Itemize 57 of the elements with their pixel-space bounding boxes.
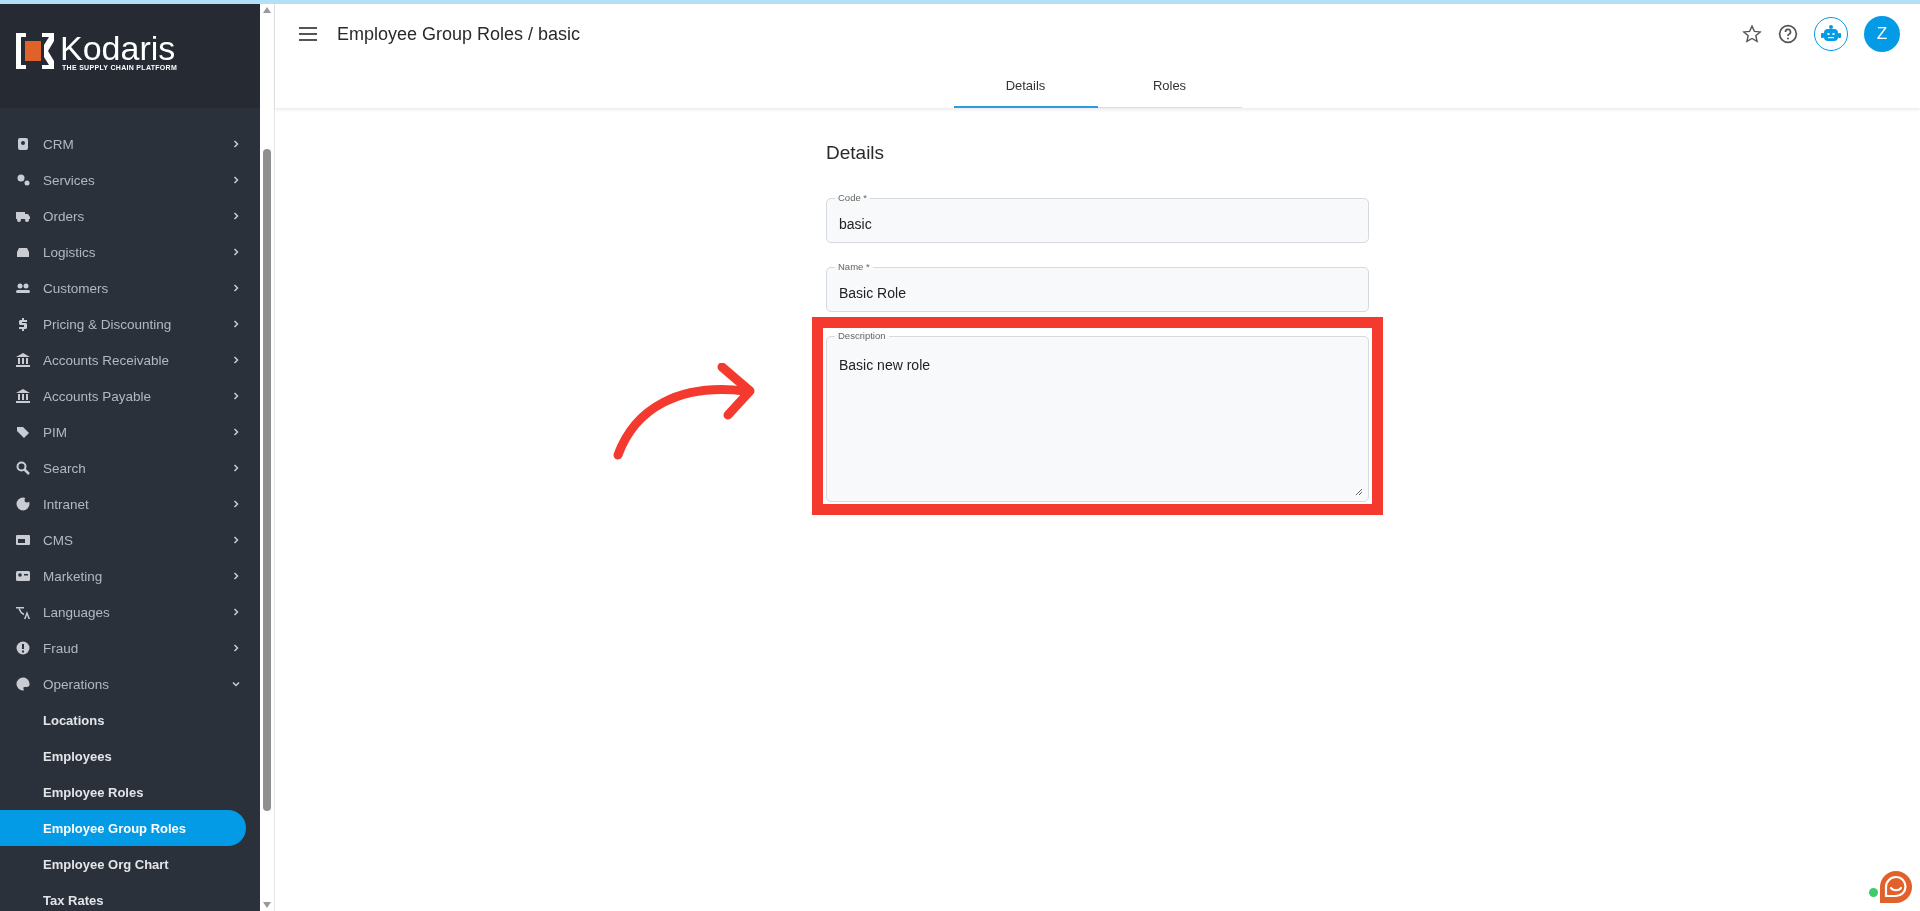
nav-item[interactable]: CMS: [0, 522, 260, 558]
field-value: Basic new role: [839, 356, 931, 373]
help-icon[interactable]: [1778, 24, 1798, 44]
tag-icon: [15, 424, 31, 440]
globe-icon: [15, 496, 31, 512]
nav-item[interactable]: Operations: [0, 666, 260, 702]
search-icon: [15, 460, 31, 476]
palette-icon: [15, 676, 31, 692]
nav-item[interactable]: Intranet: [0, 486, 260, 522]
nav-item[interactable]: Accounts Receivable: [0, 342, 260, 378]
nav-item[interactable]: Pricing & Discounting: [0, 306, 260, 342]
field-label: Name *: [835, 261, 873, 272]
field-value: basic: [839, 214, 872, 232]
nav-item[interactable]: Services: [0, 162, 260, 198]
id-card-icon: [15, 568, 31, 584]
section-heading: Details: [826, 142, 886, 164]
nav-subitem[interactable]: Employees: [0, 738, 246, 774]
scrollbar[interactable]: [260, 4, 275, 911]
nav-subitem[interactable]: Tax Rates: [0, 882, 246, 911]
nav-item[interactable]: Fraud: [0, 630, 260, 666]
nav-item[interactable]: Orders: [0, 198, 260, 234]
bank-icon: [15, 352, 31, 368]
bank-icon: [15, 388, 31, 404]
translate-icon: [15, 604, 31, 620]
scroll-thumb[interactable]: [263, 149, 271, 811]
status-dot: [1869, 888, 1878, 897]
menu-icon[interactable]: [299, 27, 317, 41]
robot-icon: [1821, 25, 1841, 43]
scroll-down-icon[interactable]: [262, 901, 272, 909]
contact-card-icon: [15, 136, 31, 152]
nav-subitem[interactable]: Locations: [0, 702, 246, 738]
star-icon[interactable]: [1742, 24, 1762, 44]
resize-handle-icon[interactable]: [1355, 488, 1363, 496]
tab[interactable]: Roles: [1097, 64, 1242, 108]
alert-icon: [15, 640, 31, 656]
chat-widget[interactable]: [1869, 869, 1914, 905]
logo-wordmark: Kodaris: [60, 31, 176, 64]
nav-subitem[interactable]: Employee Roles: [0, 774, 246, 810]
monitor-icon: [15, 532, 31, 548]
field-value: Basic Role: [839, 283, 906, 301]
field-label: Description: [835, 330, 889, 341]
nav-item[interactable]: Customers: [0, 270, 260, 306]
gears-icon: [15, 172, 31, 188]
nav-item[interactable]: PIM: [0, 414, 260, 450]
page-title: Employee Group Roles / basic: [337, 23, 581, 45]
nav-item[interactable]: Logistics: [0, 234, 260, 270]
field-label: Code *: [835, 192, 871, 203]
scroll-up-icon[interactable]: [262, 6, 272, 14]
nav-item[interactable]: Marketing: [0, 558, 260, 594]
logo-icon: [16, 33, 54, 69]
nav-item[interactable]: CRM: [0, 126, 260, 162]
nav-item[interactable]: Accounts Payable: [0, 378, 260, 414]
nav-subitem[interactable]: Employee Org Chart: [0, 846, 246, 882]
tab[interactable]: Details: [953, 64, 1098, 108]
nav-item[interactable]: Search: [0, 450, 260, 486]
chat-bubble-icon[interactable]: [1878, 869, 1914, 905]
nav-item[interactable]: Languages: [0, 594, 260, 630]
